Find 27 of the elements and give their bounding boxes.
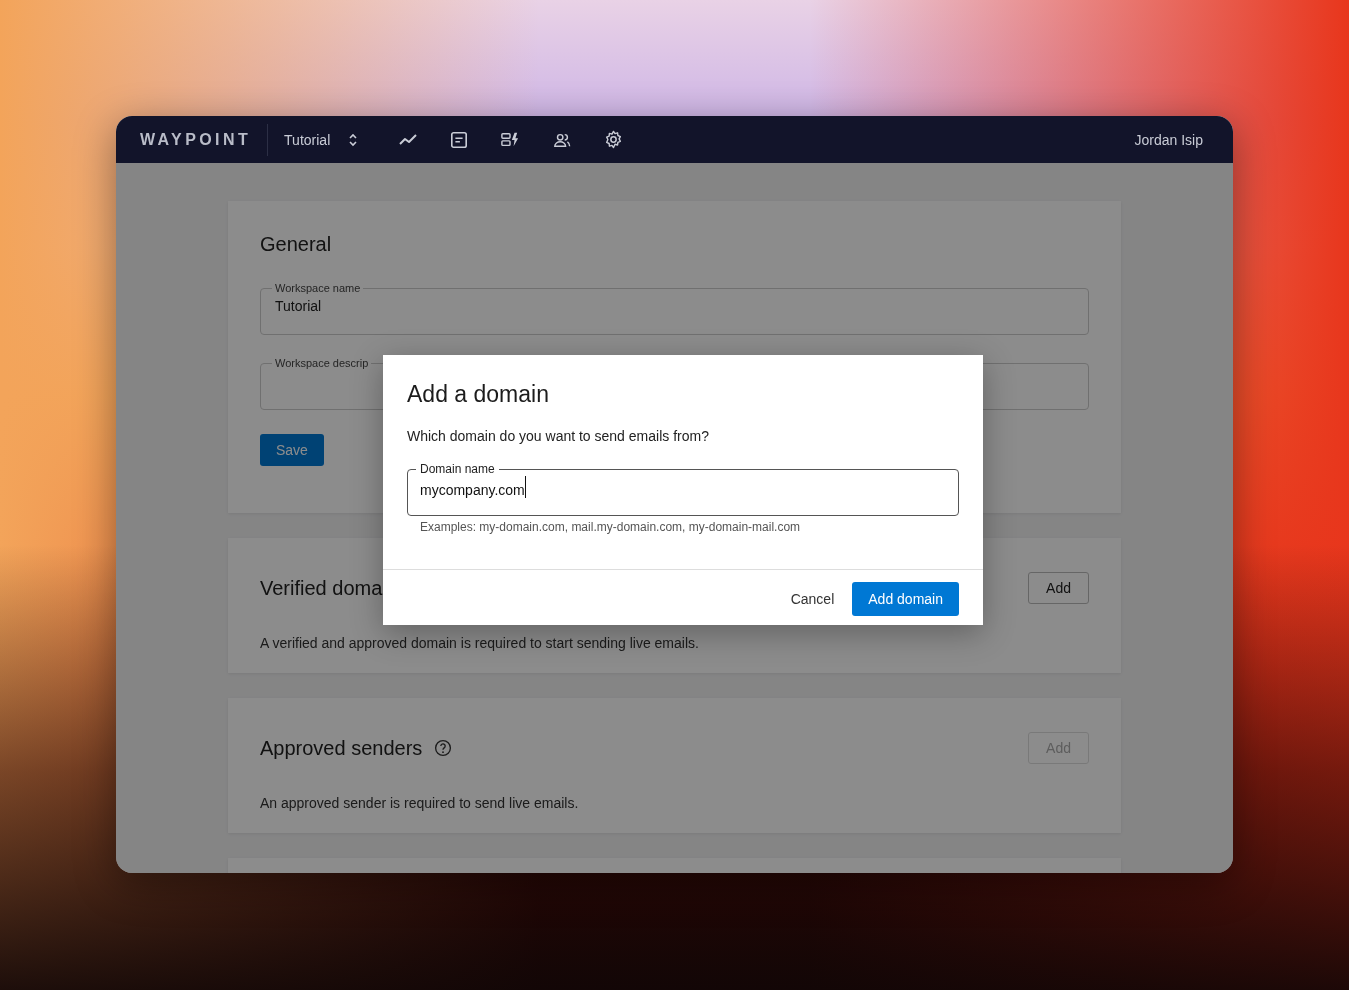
panels-bolt-icon[interactable]: [500, 130, 521, 149]
help-icon[interactable]: [434, 739, 453, 757]
domain-name-field[interactable]: Domain name mycompany.com: [407, 462, 959, 516]
settings-icon[interactable]: [604, 130, 624, 149]
text-field[interactable]: Workspace name Tutorial: [260, 282, 1089, 335]
dialog-prompt: Which domain do you want to send emails from?: [407, 428, 710, 444]
section-title: Approved senders: [260, 736, 423, 760]
field-label: Workspace descrip: [274, 357, 370, 369]
section-description: A verified and approved domain is required to start sending live emails.: [260, 635, 700, 651]
chevron-up-down-icon: [348, 131, 359, 148]
field-value: Tutorial: [275, 297, 322, 314]
workspace-selector[interactable]: Tutorial: [284, 131, 359, 148]
add-button[interactable]: Add: [1028, 572, 1089, 604]
field-label: Domain name: [419, 462, 496, 476]
dialog-title: Add a domain: [407, 381, 550, 408]
field-label: Workspace name: [274, 282, 362, 294]
logo: WAYPOINT: [140, 130, 252, 149]
add-domain-button[interactable]: Add domain: [852, 582, 959, 616]
section-description: An approved sender is required to send live emails.: [260, 795, 580, 811]
user-menu[interactable]: Jordan Isip: [1134, 131, 1203, 148]
document-icon[interactable]: [450, 130, 469, 149]
section-title: Verified doma: [260, 576, 383, 600]
helper-text: Examples: my-domain.com, mail.my-domain.com, my-domain-mail.com: [420, 520, 802, 534]
cancel-button[interactable]: Cancel: [790, 583, 835, 615]
field-value: mycompany.com: [420, 476, 526, 498]
section-title: General: [260, 233, 333, 256]
save-button[interactable]: Save: [260, 434, 324, 466]
